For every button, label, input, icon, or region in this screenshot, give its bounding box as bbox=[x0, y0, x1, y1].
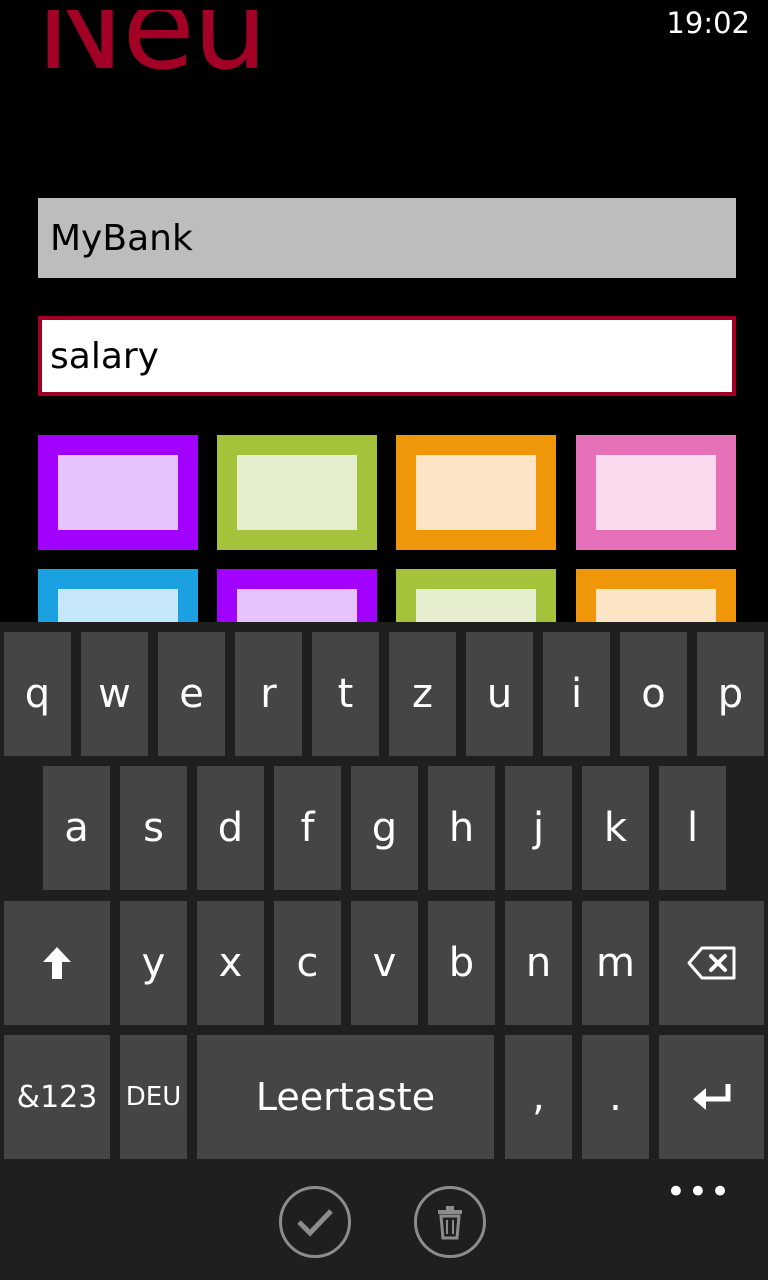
key-y[interactable]: y bbox=[120, 901, 187, 1025]
key-l[interactable]: l bbox=[659, 766, 726, 890]
key-e[interactable]: e bbox=[158, 632, 225, 756]
name-field[interactable]: MyBank bbox=[38, 198, 736, 278]
language-key[interactable]: DEU bbox=[120, 1035, 187, 1159]
comma-key[interactable]: , bbox=[505, 1035, 572, 1159]
key-x[interactable]: x bbox=[197, 901, 264, 1025]
key-z[interactable]: z bbox=[389, 632, 456, 756]
checkmark-icon bbox=[297, 1209, 333, 1237]
key-m[interactable]: m bbox=[582, 901, 649, 1025]
shift-key[interactable] bbox=[4, 901, 110, 1025]
color-swatch-pink[interactable] bbox=[576, 435, 736, 550]
key-i[interactable]: i bbox=[543, 632, 610, 756]
more-options-button[interactable]: ••• bbox=[666, 1172, 732, 1212]
key-s[interactable]: s bbox=[120, 766, 187, 890]
category-field[interactable]: salary bbox=[38, 316, 736, 396]
key-h[interactable]: h bbox=[428, 766, 495, 890]
key-t[interactable]: t bbox=[312, 632, 379, 756]
color-swatch-cyan[interactable] bbox=[38, 569, 198, 622]
shift-arrow-icon bbox=[43, 947, 71, 979]
keyboard: q w e r t z u i o p a s d f g h j k l y … bbox=[0, 622, 768, 1162]
page-title-text: Neu bbox=[36, 10, 268, 96]
trash-icon bbox=[438, 1206, 462, 1240]
delete-button[interactable] bbox=[414, 1186, 486, 1258]
space-key[interactable]: Leertaste bbox=[197, 1035, 494, 1159]
key-g[interactable]: g bbox=[351, 766, 418, 890]
key-o[interactable]: o bbox=[620, 632, 687, 756]
key-u[interactable]: u bbox=[466, 632, 533, 756]
key-c[interactable]: c bbox=[274, 901, 341, 1025]
color-swatch-lime[interactable] bbox=[217, 435, 377, 550]
enter-icon bbox=[692, 1084, 730, 1110]
color-swatch-orange[interactable] bbox=[396, 435, 556, 550]
backspace-icon bbox=[687, 946, 735, 980]
status-time: 19:02 bbox=[666, 6, 750, 40]
key-n[interactable]: n bbox=[505, 901, 572, 1025]
key-d[interactable]: d bbox=[197, 766, 264, 890]
color-swatch-lime-2[interactable] bbox=[396, 569, 556, 622]
period-key[interactable]: . bbox=[582, 1035, 649, 1159]
app-bar: ••• bbox=[0, 1162, 768, 1280]
key-r[interactable]: r bbox=[235, 632, 302, 756]
key-a[interactable]: a bbox=[43, 766, 110, 890]
key-w[interactable]: w bbox=[81, 632, 148, 756]
key-v[interactable]: v bbox=[351, 901, 418, 1025]
color-picker bbox=[38, 435, 736, 622]
key-q[interactable]: q bbox=[4, 632, 71, 756]
key-j[interactable]: j bbox=[505, 766, 572, 890]
color-swatch-purple[interactable] bbox=[38, 435, 198, 550]
save-button[interactable] bbox=[279, 1186, 351, 1258]
key-f[interactable]: f bbox=[274, 766, 341, 890]
symbols-key[interactable]: &123 bbox=[4, 1035, 110, 1159]
enter-key[interactable] bbox=[659, 1035, 764, 1159]
color-swatch-purple-2[interactable] bbox=[217, 569, 377, 622]
page-title: Neu bbox=[36, 10, 436, 110]
key-k[interactable]: k bbox=[582, 766, 649, 890]
color-swatch-orange-2[interactable] bbox=[576, 569, 736, 622]
key-b[interactable]: b bbox=[428, 901, 495, 1025]
backspace-key[interactable] bbox=[659, 901, 764, 1025]
key-p[interactable]: p bbox=[697, 632, 764, 756]
